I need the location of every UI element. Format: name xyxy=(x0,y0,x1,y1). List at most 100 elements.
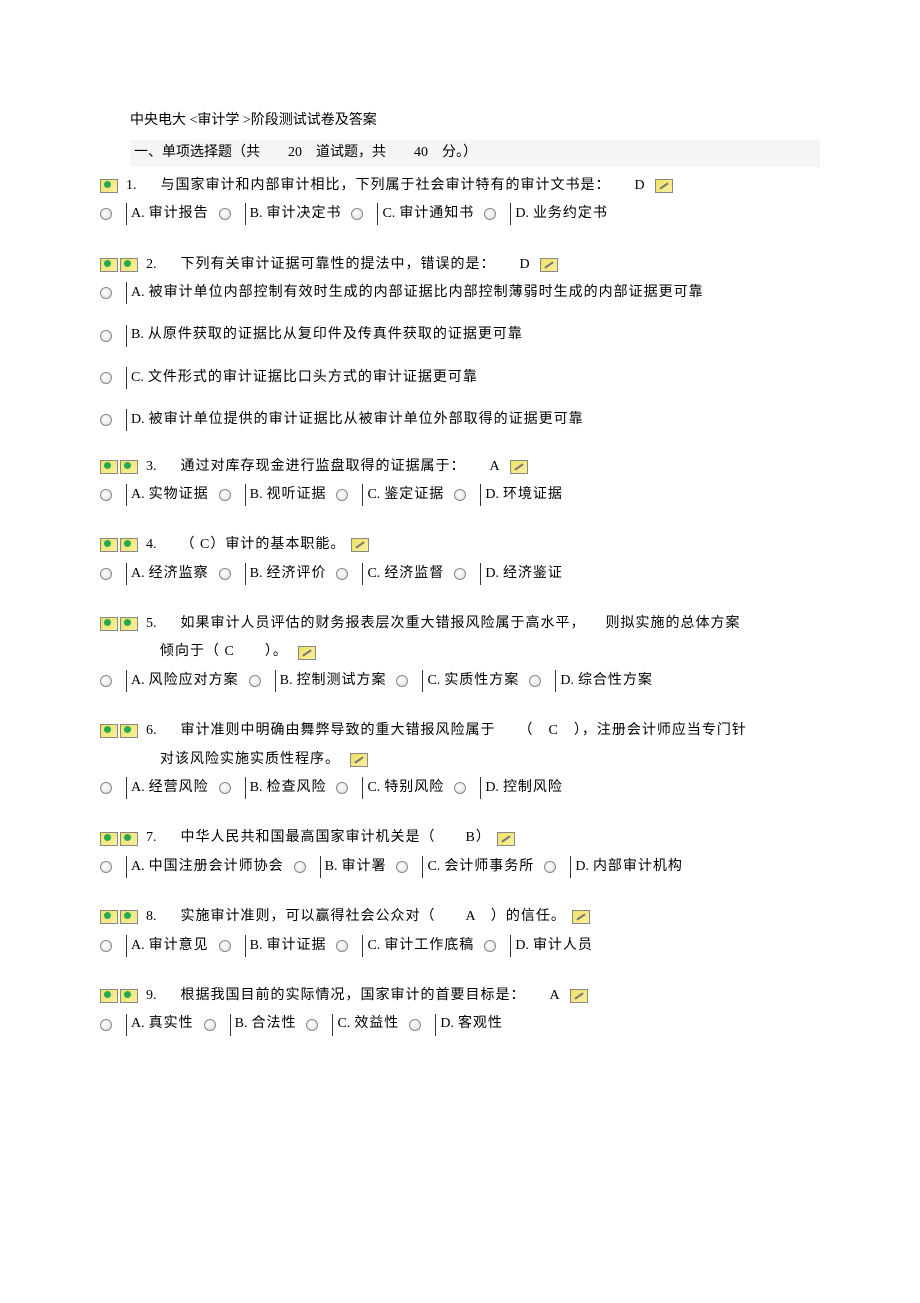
radio-icon[interactable] xyxy=(351,208,363,220)
radio-icon[interactable] xyxy=(336,489,348,501)
radio-icon[interactable] xyxy=(409,1019,421,1031)
options: A.中国注册会计师协会B.审计署C.会计师事务所D.内部审计机构 xyxy=(100,856,820,882)
option-item: A.经营风险 xyxy=(100,777,209,799)
option-text: 效益性 xyxy=(354,1013,399,1035)
radio-icon[interactable] xyxy=(454,782,466,794)
radio-icon[interactable] xyxy=(100,372,112,384)
radio-icon[interactable] xyxy=(219,568,231,580)
radio-icon[interactable] xyxy=(100,782,112,794)
radio-icon[interactable] xyxy=(219,782,231,794)
separator-bar xyxy=(245,203,246,225)
radio-icon[interactable] xyxy=(336,940,348,952)
option-text: 实物证据 xyxy=(149,484,209,506)
option-item: D.审计人员 xyxy=(484,935,593,957)
marker-icon xyxy=(120,832,138,846)
radio-icon[interactable] xyxy=(100,208,112,220)
option-label: C. xyxy=(131,367,144,389)
option-label: D. xyxy=(485,777,499,799)
question-text: 审计准则中明确由舞弊导致的重大错报风险属于 （ C ），注册会计师应当专门针 xyxy=(181,720,747,742)
radio-icon[interactable] xyxy=(336,782,348,794)
question-text: 下列有关审计证据可靠性的提法中，错误的是： xyxy=(181,254,496,276)
separator-bar xyxy=(126,670,127,692)
answer-letter: D xyxy=(520,254,530,276)
radio-icon[interactable] xyxy=(336,568,348,580)
marker-icon xyxy=(120,617,138,631)
option-text: 经济监督 xyxy=(384,563,444,585)
question-number: 1. xyxy=(126,175,137,197)
radio-icon[interactable] xyxy=(204,1019,216,1031)
radio-icon[interactable] xyxy=(306,1019,318,1031)
answer-letter: A xyxy=(490,456,500,478)
option-label: D. xyxy=(575,856,589,878)
option-label: C. xyxy=(427,856,440,878)
option-item: B.控制测试方案 xyxy=(249,670,387,692)
option-item: A.中国注册会计师协会 xyxy=(100,856,284,878)
radio-icon[interactable] xyxy=(100,330,112,342)
question-block: 1.与国家审计和内部审计相比，下列属于社会审计特有的审计文书是：DA.审计报告B… xyxy=(100,175,820,230)
option-text: 经济监察 xyxy=(149,563,209,585)
radio-icon[interactable] xyxy=(100,940,112,952)
question-line: 3.通过对库存现金进行监盘取得的证据属于：A xyxy=(100,456,820,478)
radio-icon[interactable] xyxy=(454,568,466,580)
radio-icon[interactable] xyxy=(294,861,306,873)
question-text: 实施审计准则，可以赢得社会公众对（ A ）的信任。 xyxy=(181,906,566,928)
option-text: 控制测试方案 xyxy=(296,670,386,692)
option-item: D.经济鉴证 xyxy=(454,563,563,585)
option-label: D. xyxy=(131,409,145,431)
option-text: 审计工作底稿 xyxy=(384,935,474,957)
radio-icon[interactable] xyxy=(100,489,112,501)
option-label: A. xyxy=(131,670,145,692)
option-text: 风险应对方案 xyxy=(149,670,239,692)
option-label: A. xyxy=(131,856,145,878)
question-line: 8. 实施审计准则，可以赢得社会公众对（ A ）的信任。 xyxy=(100,906,820,928)
option-item: D.被审计单位提供的审计证据比从被审计单位外部取得的证据更可靠 xyxy=(100,409,810,431)
options: A.被审计单位内部控制有效时生成的内部证据比内部控制薄弱时生成的内部证据更可靠B… xyxy=(100,282,820,432)
radio-icon[interactable] xyxy=(396,861,408,873)
options: A.审计意见B.审计证据C.审计工作底稿D.审计人员 xyxy=(100,935,820,961)
doc-title: 中央电大 <审计学 >阶段测试试卷及答案 xyxy=(130,110,820,132)
radio-icon[interactable] xyxy=(484,940,496,952)
option-label: A. xyxy=(131,282,145,304)
radio-icon[interactable] xyxy=(544,861,556,873)
marker-icon xyxy=(100,910,118,924)
radio-icon[interactable] xyxy=(100,568,112,580)
radio-icon[interactable] xyxy=(249,675,261,687)
radio-icon[interactable] xyxy=(100,861,112,873)
option-label: A. xyxy=(131,935,145,957)
radio-icon[interactable] xyxy=(100,414,112,426)
radio-icon[interactable] xyxy=(100,675,112,687)
option-item: A.真实性 xyxy=(100,1013,194,1035)
option-item: A.审计意见 xyxy=(100,935,209,957)
separator-bar xyxy=(422,670,423,692)
radio-icon[interactable] xyxy=(454,489,466,501)
separator-bar xyxy=(230,1014,231,1036)
separator-bar xyxy=(126,1014,127,1036)
question-text: 中华人民共和国最高国家审计机关是（ B） xyxy=(181,827,491,849)
option-label: B. xyxy=(250,203,263,225)
question-line: 9.根据我国目前的实际情况，国家审计的首要目标是：A xyxy=(100,985,820,1007)
marker-icon xyxy=(100,724,118,738)
radio-icon[interactable] xyxy=(219,489,231,501)
radio-icon[interactable] xyxy=(100,287,112,299)
marker-icon xyxy=(120,910,138,924)
answer-letter: D xyxy=(635,175,645,197)
radio-icon[interactable] xyxy=(529,675,541,687)
radio-icon[interactable] xyxy=(219,208,231,220)
separator-bar xyxy=(126,325,127,347)
separator-bar xyxy=(422,856,423,878)
question-block: 9.根据我国目前的实际情况，国家审计的首要目标是：AA.真实性B.合法性C.效益… xyxy=(100,985,820,1040)
marker-icon xyxy=(100,179,118,193)
radio-icon[interactable] xyxy=(100,1019,112,1031)
radio-icon[interactable] xyxy=(396,675,408,687)
radio-icon[interactable] xyxy=(484,208,496,220)
question-line: 7.中华人民共和国最高国家审计机关是（ B） xyxy=(100,827,820,849)
option-item: D.内部审计机构 xyxy=(544,856,683,878)
question-line: 2.下列有关审计证据可靠性的提法中，错误的是：D xyxy=(100,254,820,276)
option-item: A.经济监察 xyxy=(100,563,209,585)
separator-bar xyxy=(435,1014,436,1036)
question-number: 8. xyxy=(146,906,157,928)
question-number: 5. xyxy=(146,613,157,635)
option-label: C. xyxy=(382,203,395,225)
radio-icon[interactable] xyxy=(219,940,231,952)
question-text: 根据我国目前的实际情况，国家审计的首要目标是： xyxy=(181,985,526,1007)
